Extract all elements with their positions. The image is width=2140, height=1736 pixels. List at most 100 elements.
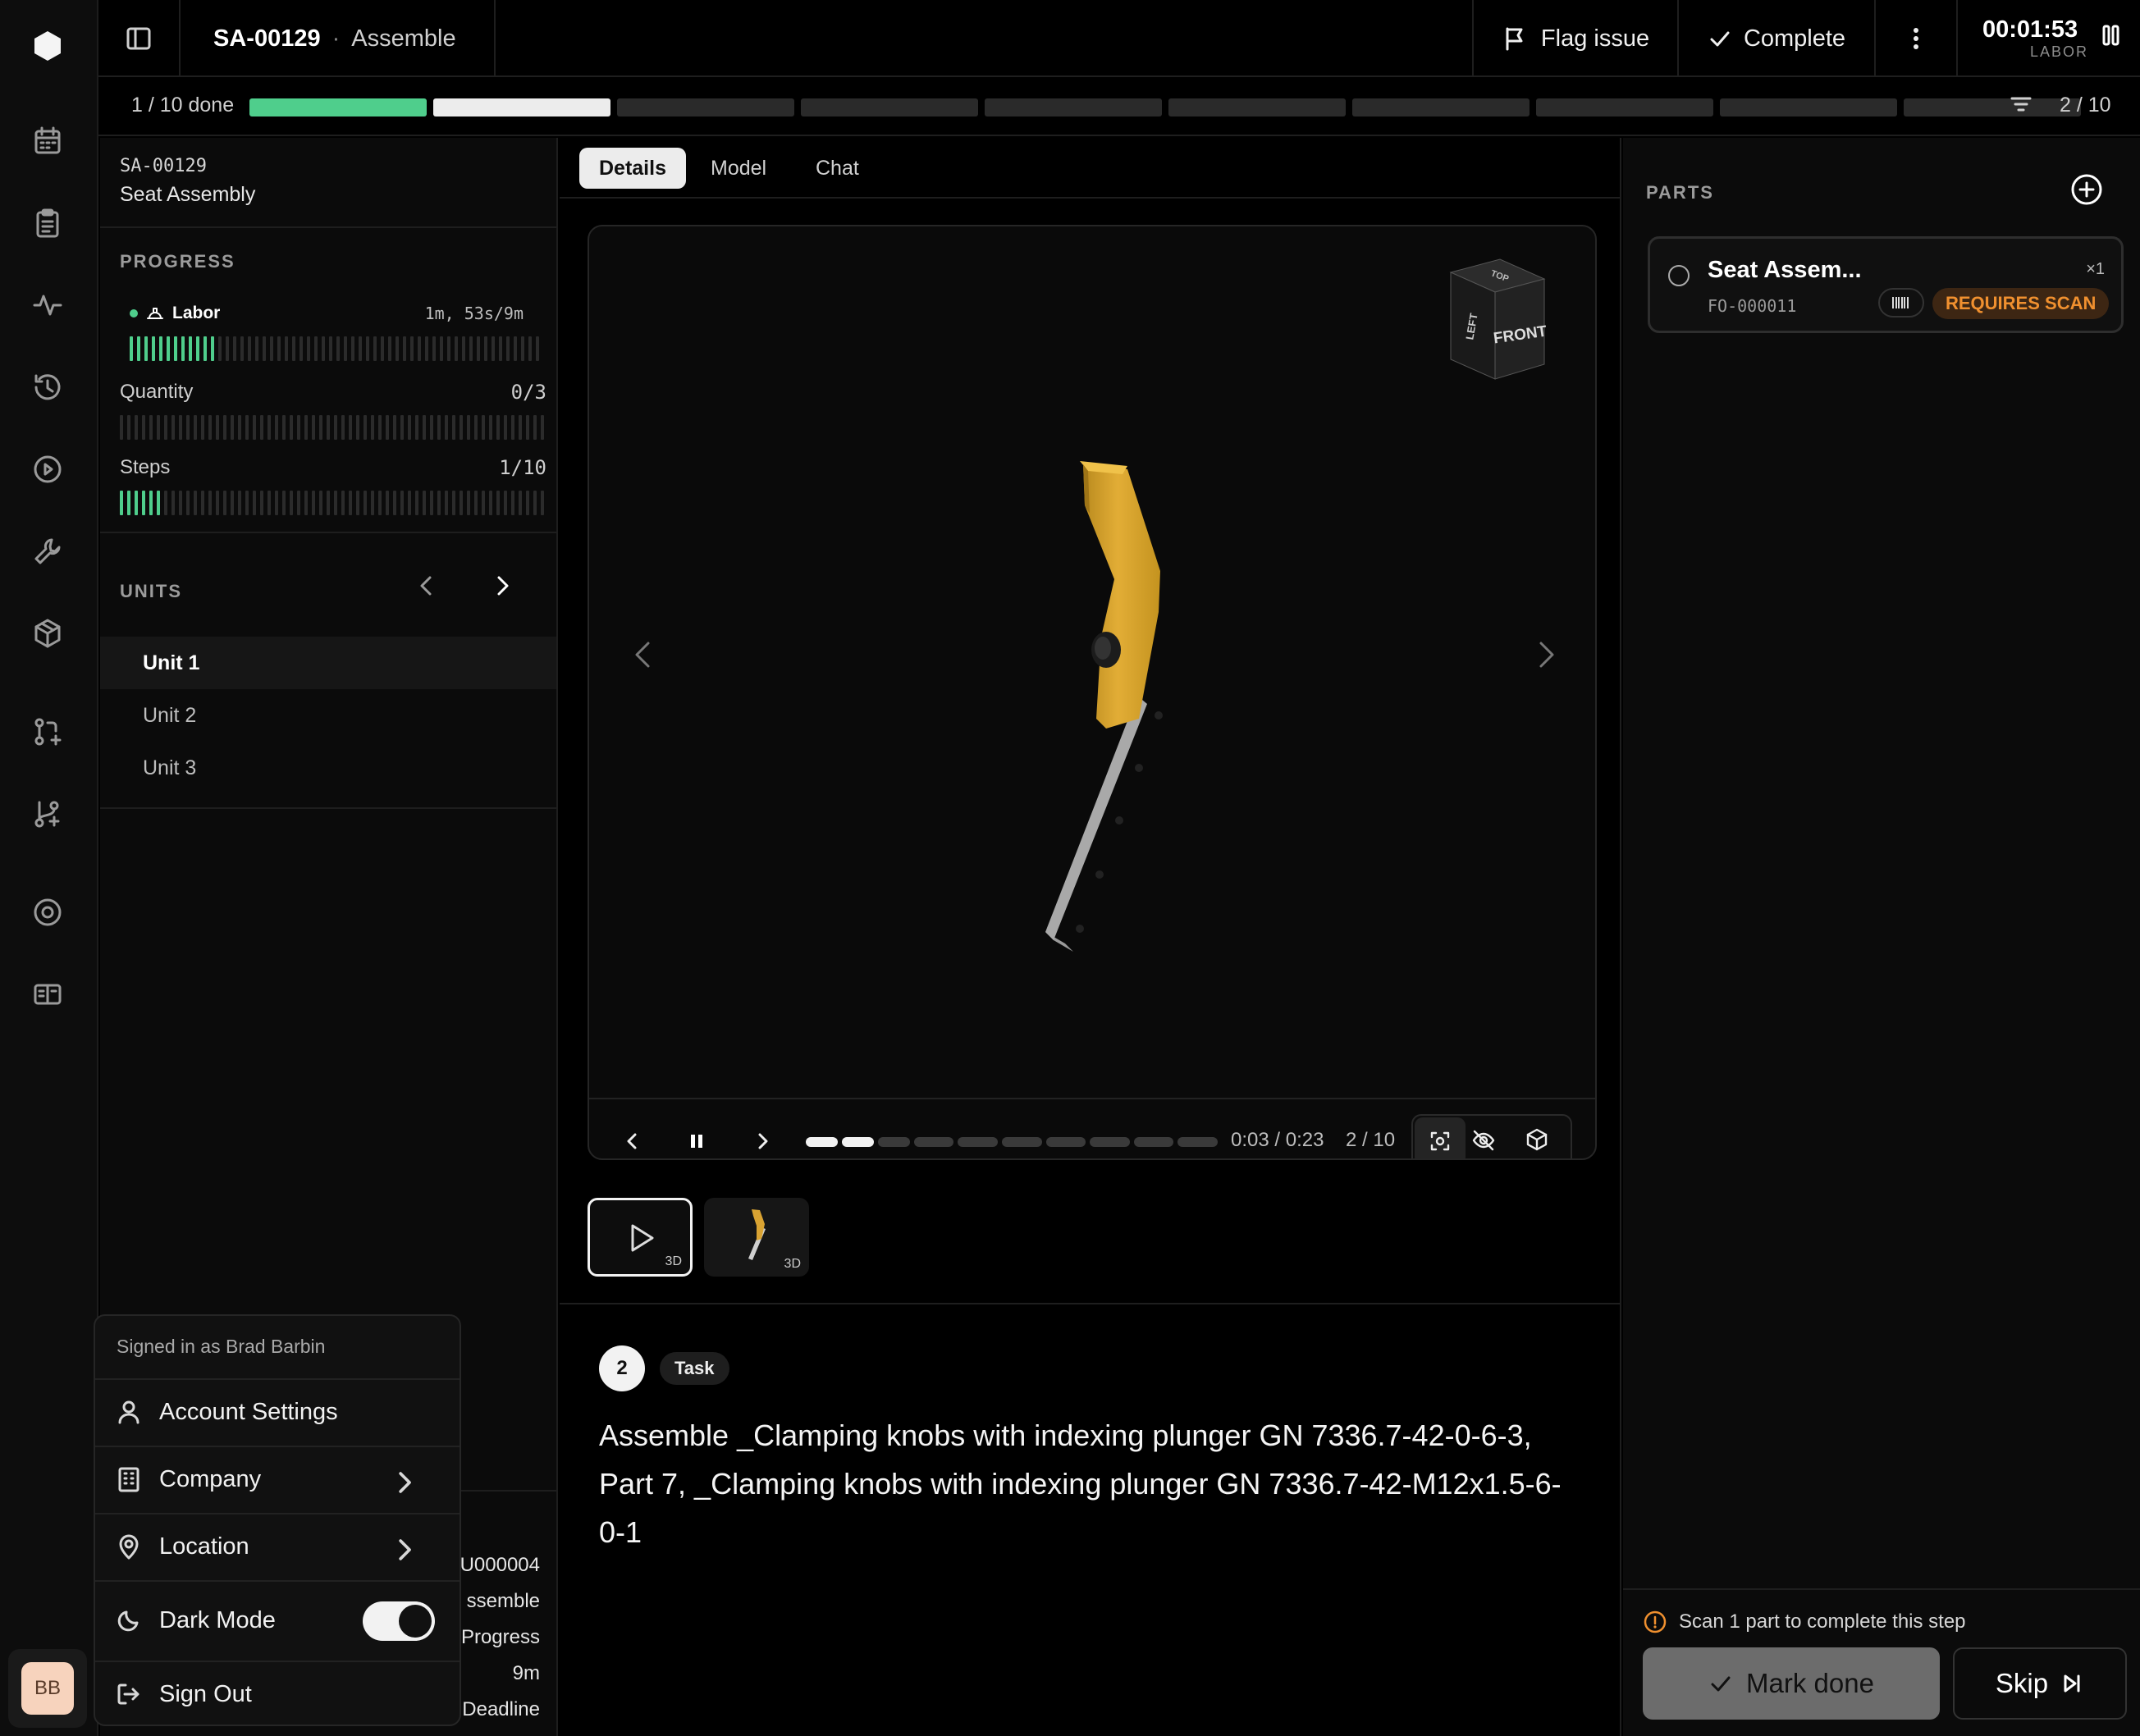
progress-tick bbox=[223, 415, 226, 440]
focus-view-button[interactable] bbox=[1415, 1117, 1466, 1158]
playback-prev-button[interactable] bbox=[622, 1131, 643, 1152]
complete-button[interactable]: Complete bbox=[1677, 0, 1874, 77]
unit-item[interactable]: Unit 3 bbox=[100, 742, 556, 794]
playback-pause-button[interactable] bbox=[686, 1131, 707, 1152]
tab-model[interactable]: Model bbox=[691, 148, 786, 189]
progress-tick bbox=[260, 491, 263, 515]
dark-mode-toggle[interactable] bbox=[363, 1601, 435, 1641]
progress-tick bbox=[211, 336, 214, 361]
scrubber-segment[interactable] bbox=[1090, 1137, 1130, 1147]
user-menu: Signed in as Brad Barbin Account Setting… bbox=[94, 1314, 461, 1726]
progress-tick bbox=[373, 336, 377, 361]
progress-tick bbox=[275, 491, 278, 515]
history-icon[interactable] bbox=[25, 364, 71, 410]
step-segment[interactable] bbox=[1352, 98, 1530, 116]
scrubber-segment[interactable] bbox=[877, 1137, 910, 1147]
add-part-button[interactable] bbox=[2069, 172, 2104, 207]
step-progress-bar: 1 / 10 done 2 / 10 bbox=[98, 77, 2140, 136]
progress-tick bbox=[149, 415, 153, 440]
step-segment[interactable] bbox=[617, 98, 794, 116]
git-branch-icon[interactable] bbox=[25, 791, 71, 837]
step-segment[interactable] bbox=[801, 98, 978, 116]
more-options-button[interactable] bbox=[1874, 0, 1956, 77]
progress-tick bbox=[437, 415, 441, 440]
account-settings-label: Account Settings bbox=[159, 1398, 338, 1425]
viewer-next-button[interactable] bbox=[1528, 637, 1564, 673]
manual-book-icon[interactable] bbox=[25, 971, 71, 1017]
parts-section-title: PARTS bbox=[1646, 182, 1714, 203]
sidebar-toggle-button[interactable] bbox=[98, 0, 179, 77]
part-card[interactable]: Seat Assem... ×1 FO-000011 REQUIRES SCAN bbox=[1648, 236, 2124, 333]
scrubber-segment[interactable] bbox=[958, 1137, 998, 1147]
pull-request-icon[interactable] bbox=[25, 709, 71, 755]
quantity-value: 0/3 bbox=[510, 381, 546, 404]
mark-done-label: Mark done bbox=[1746, 1668, 1874, 1698]
model-viewer[interactable]: FRONT LEFT TOP 0:03 / 0:23 2 / 10 bbox=[588, 225, 1597, 1160]
units-next-button[interactable] bbox=[487, 571, 517, 601]
record-circle-icon[interactable] bbox=[25, 889, 71, 935]
step-segment[interactable] bbox=[1720, 98, 1897, 116]
account-settings-item[interactable]: Account Settings bbox=[95, 1378, 460, 1444]
barcode-icon bbox=[1892, 297, 1909, 308]
package-icon[interactable] bbox=[25, 610, 71, 656]
progress-tick bbox=[393, 415, 396, 440]
step-segment[interactable] bbox=[1536, 98, 1713, 116]
scrubber-segment[interactable] bbox=[1001, 1137, 1042, 1147]
scrubber-segment[interactable] bbox=[841, 1137, 874, 1147]
focus-icon bbox=[1430, 1131, 1450, 1151]
progress-tick bbox=[253, 491, 256, 515]
scrubber-segment[interactable] bbox=[1177, 1137, 1218, 1147]
step-segment[interactable] bbox=[433, 98, 610, 116]
part-checkbox[interactable] bbox=[1668, 265, 1690, 286]
progress-tick bbox=[290, 415, 293, 440]
sign-out-item[interactable]: Sign Out bbox=[95, 1661, 460, 1725]
progress-tick bbox=[489, 415, 492, 440]
step-segment[interactable] bbox=[1168, 98, 1346, 116]
playback-scrubber[interactable] bbox=[806, 1137, 1218, 1147]
user-menu-trigger[interactable]: BB bbox=[8, 1649, 87, 1728]
clipboard-icon[interactable] bbox=[25, 200, 71, 246]
scrubber-segment[interactable] bbox=[1045, 1137, 1086, 1147]
tab-chat[interactable]: Chat bbox=[796, 148, 879, 189]
viewer-prev-button[interactable] bbox=[625, 637, 661, 673]
location-item[interactable]: Location bbox=[95, 1513, 460, 1578]
pause-timer-button[interactable] bbox=[2101, 23, 2122, 48]
step-segment[interactable] bbox=[985, 98, 1162, 116]
model-view-button[interactable] bbox=[1525, 1127, 1549, 1152]
wrench-icon[interactable] bbox=[25, 528, 71, 574]
progress-tick bbox=[430, 415, 433, 440]
progress-tick bbox=[474, 415, 478, 440]
play-circle-icon[interactable] bbox=[25, 446, 71, 492]
flag-issue-button[interactable]: Flag issue bbox=[1472, 0, 1677, 77]
scrubber-segment[interactable] bbox=[806, 1137, 838, 1147]
playback-next-button[interactable] bbox=[752, 1131, 773, 1152]
orientation-cube[interactable]: FRONT LEFT TOP bbox=[1434, 249, 1574, 389]
unit-item[interactable]: Unit 2 bbox=[100, 689, 556, 742]
media-thumbnail-video[interactable]: 3D bbox=[588, 1198, 693, 1277]
progress-tick bbox=[245, 415, 249, 440]
activity-icon[interactable] bbox=[25, 282, 71, 328]
progress-tick bbox=[231, 415, 234, 440]
skip-button[interactable]: Skip bbox=[1953, 1647, 2127, 1720]
units-prev-button[interactable] bbox=[412, 571, 441, 601]
media-thumbnail-model[interactable]: 3D bbox=[704, 1198, 809, 1277]
step-segment[interactable] bbox=[1904, 98, 2081, 116]
scrubber-segment[interactable] bbox=[1133, 1137, 1174, 1147]
logo-hexagon-icon[interactable] bbox=[25, 23, 71, 69]
progress-tick bbox=[425, 336, 428, 361]
tab-bar: Details Model Chat bbox=[560, 138, 1620, 199]
labor-progress-ticks bbox=[130, 336, 548, 361]
mark-done-button[interactable]: Mark done bbox=[1643, 1647, 1940, 1720]
unit-item[interactable]: Unit 1 bbox=[100, 637, 556, 689]
scan-barcode-button[interactable] bbox=[1878, 288, 1924, 318]
hide-toggle-button[interactable] bbox=[1470, 1127, 1497, 1154]
step-segment[interactable] bbox=[249, 98, 427, 116]
progress-tick bbox=[482, 491, 485, 515]
company-item[interactable]: Company bbox=[95, 1446, 460, 1511]
progress-tick bbox=[506, 336, 510, 361]
filter-button[interactable] bbox=[2007, 90, 2035, 118]
tab-details[interactable]: Details bbox=[579, 148, 686, 189]
calendar-icon[interactable] bbox=[25, 118, 71, 164]
timer-value: 00:01:53 bbox=[1982, 16, 2078, 43]
scrubber-segment[interactable] bbox=[913, 1137, 954, 1147]
